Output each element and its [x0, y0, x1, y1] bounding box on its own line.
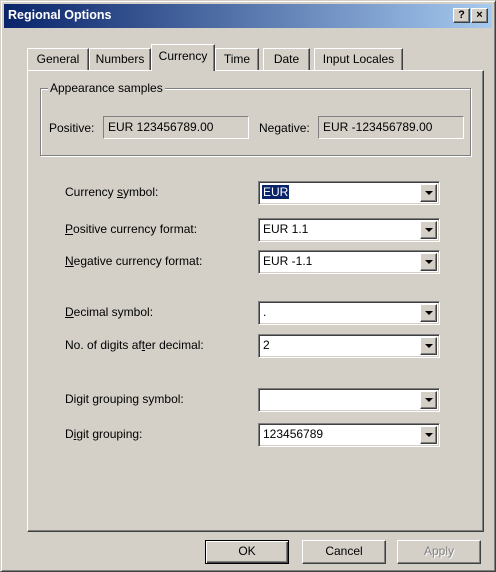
digit-grouping-label: Digit grouping:	[65, 427, 143, 441]
digit-grouping-value[interactable]: 123456789	[263, 427, 323, 441]
positive-format-value[interactable]: EUR 1.1	[263, 222, 308, 236]
tab-general[interactable]: General	[27, 48, 89, 70]
chevron-down-icon[interactable]	[420, 304, 437, 322]
positive-sample-value: EUR 123456789.00	[103, 116, 249, 139]
decimal-symbol-value[interactable]: .	[263, 305, 266, 319]
negative-sample-value: EUR -123456789.00	[318, 116, 464, 139]
window-title: Regional Options	[8, 8, 112, 22]
tab-input-locales[interactable]: Input Locales	[314, 48, 403, 70]
currency-symbol-value[interactable]: EUR	[262, 185, 290, 199]
positive-format-combo[interactable]: EUR 1.1	[258, 218, 440, 242]
apply-button[interactable]: Apply	[397, 540, 481, 564]
help-button[interactable]: ?	[453, 8, 470, 23]
chevron-down-icon[interactable]	[420, 253, 437, 271]
digits-after-decimal-value[interactable]: 2	[263, 338, 270, 352]
chevron-down-icon[interactable]	[420, 391, 437, 409]
positive-sample-label: Positive:	[49, 121, 95, 135]
title-bar[interactable]: Regional Options ? ×	[4, 4, 492, 28]
close-button[interactable]: ×	[471, 8, 488, 23]
grouping-symbol-label: Digit grouping symbol:	[65, 392, 184, 406]
currency-symbol-combo[interactable]: EUR	[258, 181, 440, 205]
tab-date[interactable]: Date	[263, 48, 310, 70]
chevron-down-icon[interactable]	[420, 337, 437, 355]
appearance-samples-label: Appearance samples	[48, 81, 165, 95]
cancel-button[interactable]: Cancel	[302, 540, 386, 564]
tab-time[interactable]: Time	[215, 48, 259, 70]
currency-symbol-label: Currency symbol:	[65, 185, 159, 199]
negative-format-label: Negative currency format:	[65, 254, 203, 268]
digits-after-decimal-combo[interactable]: 2	[258, 334, 440, 358]
chevron-down-icon[interactable]	[420, 221, 437, 239]
tab-currency[interactable]: Currency	[151, 44, 215, 71]
digits-after-decimal-label: No. of digits after decimal:	[65, 338, 204, 352]
ok-button[interactable]: OK	[205, 540, 289, 564]
digit-grouping-combo[interactable]: 123456789	[258, 423, 440, 447]
chevron-down-icon[interactable]	[420, 184, 437, 202]
decimal-symbol-label: Decimal symbol:	[65, 305, 154, 319]
tab-numbers[interactable]: Numbers	[89, 48, 151, 70]
positive-format-label: Positive currency format:	[65, 222, 198, 236]
negative-sample-label: Negative:	[259, 121, 310, 135]
chevron-down-icon[interactable]	[420, 426, 437, 444]
negative-format-value[interactable]: EUR -1.1	[263, 254, 312, 268]
negative-format-combo[interactable]: EUR -1.1	[258, 250, 440, 274]
decimal-symbol-combo[interactable]: .	[258, 301, 440, 325]
grouping-symbol-combo[interactable]	[258, 388, 440, 412]
